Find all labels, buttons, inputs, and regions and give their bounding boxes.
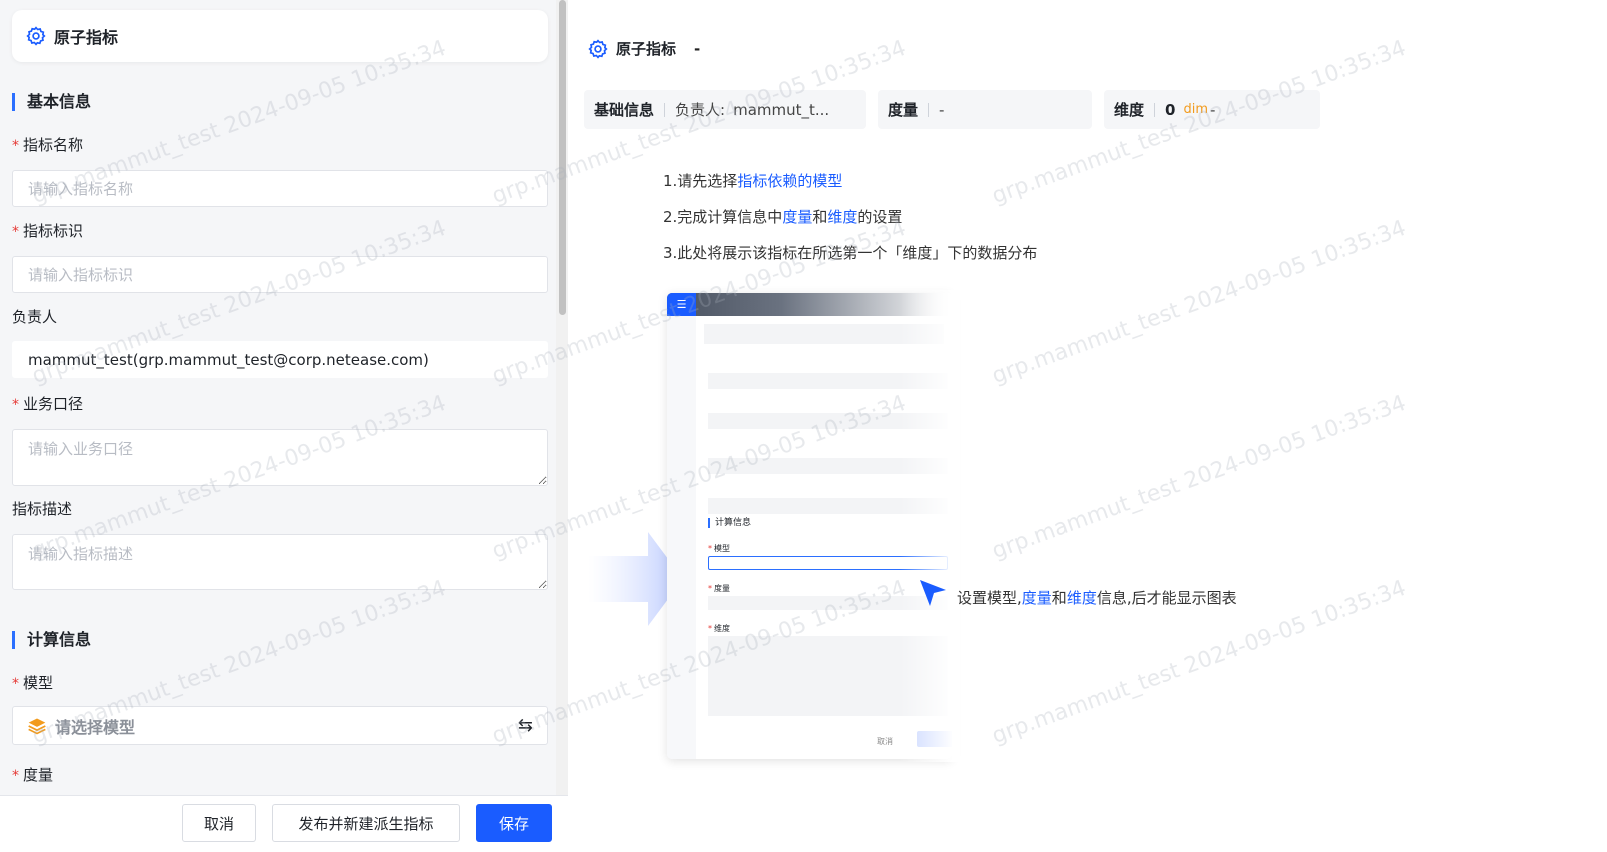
basic-info-key: 基础信息: [594, 101, 655, 119]
owner-value: mammut_t...: [733, 100, 830, 119]
dimension-key: 维度: [1114, 101, 1145, 119]
owner-label: 负责人:: [675, 101, 726, 119]
form-footer: 取消 发布并新建派生指标 保存: [0, 795, 568, 852]
hint-text: 设置模型,: [957, 589, 1022, 607]
mock-model-label-text: 模型: [714, 544, 730, 553]
metric-id-label-text: 指标标识: [23, 222, 84, 240]
owner-label: 负责人: [12, 308, 58, 326]
model-label-text: 模型: [23, 674, 54, 692]
save-button[interactable]: 保存: [476, 804, 552, 842]
hint-text-mid: 和: [1051, 589, 1067, 607]
form-panel: 原子指标 基本信息 *指标名称 *指标标识 负责人 *业务口径 指标描述 计算信…: [0, 0, 568, 852]
divider: [928, 102, 930, 117]
basic-info-box: 基础信息 负责人: mammut_t...: [584, 90, 866, 129]
measure-value: -: [939, 100, 945, 119]
cursor-icon: [920, 580, 946, 606]
business-scope-label: * 业务口径: [12, 393, 83, 414]
hint-text-post: 信息,后才能显示图表: [1096, 589, 1237, 607]
mock-calc-heading: 计算信息: [708, 518, 751, 528]
scrollbar-thumb[interactable]: [559, 0, 566, 315]
description-textarea[interactable]: [12, 534, 548, 590]
metric-name-input[interactable]: [12, 170, 548, 207]
step-1: 1.请先选择指标依赖的模型: [663, 163, 1037, 199]
mock-measure-label: * 度量: [708, 583, 730, 594]
metric-id-input[interactable]: [12, 256, 548, 293]
required-mark: *: [708, 544, 712, 553]
dimension-count: 0: [1165, 100, 1176, 119]
required-mark: *: [12, 138, 19, 154]
chart-hint: 设置模型,度量和维度信息,后才能显示图表: [957, 587, 1237, 608]
publish-derived-button[interactable]: 发布并新建派生指标: [272, 804, 460, 842]
required-mark: *: [12, 397, 19, 413]
measure-label: * 度量: [12, 764, 53, 785]
mock-fade: [900, 290, 960, 762]
preview-title-row: 原子指标 -: [588, 38, 700, 59]
form-title: 原子指标: [54, 28, 119, 47]
model-label: * 模型: [12, 672, 53, 693]
mock-measure-label-text: 度量: [714, 584, 730, 593]
form-title-card: 原子指标: [12, 10, 548, 62]
hint-measure-link[interactable]: 度量: [1022, 589, 1052, 607]
business-scope-label-text: 业务口径: [23, 395, 84, 413]
divider: [1154, 102, 1156, 117]
step-2-measure-link[interactable]: 度量: [782, 208, 812, 226]
cancel-button[interactable]: 取消: [182, 804, 256, 842]
model-placeholder: 请选择模型: [55, 717, 136, 737]
required-mark: *: [708, 624, 712, 633]
required-mark: *: [12, 768, 19, 784]
step-1-link[interactable]: 指标依赖的模型: [737, 172, 842, 190]
gear-icon: [588, 38, 608, 59]
owner-input[interactable]: [12, 341, 548, 378]
instruction-steps: 1.请先选择指标依赖的模型 2.完成计算信息中度量和维度的设置 3.此处将展示该…: [663, 163, 1037, 271]
calc-info-heading: 计算信息: [12, 631, 91, 649]
swap-icon[interactable]: ⇆: [518, 715, 533, 736]
step-1-text: 1.请先选择: [663, 172, 738, 190]
basic-info-heading: 基本信息: [12, 93, 91, 111]
description-label: 指标描述: [12, 500, 73, 518]
mock-model-label: * 模型: [708, 543, 730, 554]
mock-dim-label-text: 维度: [714, 624, 730, 633]
dim-icon: dim: [1183, 102, 1208, 117]
step-2-text: 2.完成计算信息中: [663, 208, 783, 226]
mock-dim-label: * 维度: [708, 623, 730, 634]
model-select[interactable]: 请选择模型 ⇆: [12, 706, 548, 745]
divider: [664, 102, 666, 117]
required-mark: *: [708, 584, 712, 593]
measure-label-text: 度量: [23, 766, 54, 784]
business-scope-textarea[interactable]: [12, 429, 548, 486]
preview-title: 原子指标: [616, 40, 677, 58]
layers-icon: [28, 718, 46, 734]
preview-title-dash: -: [694, 39, 701, 58]
step-2-text-post: 的设置: [857, 208, 903, 226]
dimension-value: -: [1209, 100, 1216, 119]
measure-info-box: 度量 -: [878, 90, 1092, 129]
measure-key: 度量: [888, 101, 919, 119]
mock-sidebar: [667, 316, 696, 759]
hint-dimension-link[interactable]: 维度: [1067, 589, 1097, 607]
step-2-dimension-link[interactable]: 维度: [827, 208, 857, 226]
menu-icon: ☰: [667, 293, 696, 316]
gear-icon: [26, 26, 46, 46]
metric-name-label-text: 指标名称: [23, 136, 84, 154]
watermark: grp.mammut_test 2024-09-05 10:35:34: [988, 215, 1410, 390]
mock-cancel: 取消: [877, 737, 893, 746]
watermark: grp.mammut_test 2024-09-05 10:35:34: [988, 390, 1410, 565]
step-2-text-mid: 和: [812, 208, 828, 226]
required-mark: *: [12, 224, 19, 240]
dimension-info-box: 维度 0 dim -: [1104, 90, 1320, 129]
step-3: 3.此处将展示该指标在所选第一个「维度」下的数据分布: [663, 244, 1038, 262]
step-2: 2.完成计算信息中度量和维度的设置: [663, 199, 1037, 235]
metric-name-label: * 指标名称: [12, 134, 83, 155]
required-mark: *: [12, 676, 19, 692]
metric-id-label: * 指标标识: [12, 220, 83, 241]
